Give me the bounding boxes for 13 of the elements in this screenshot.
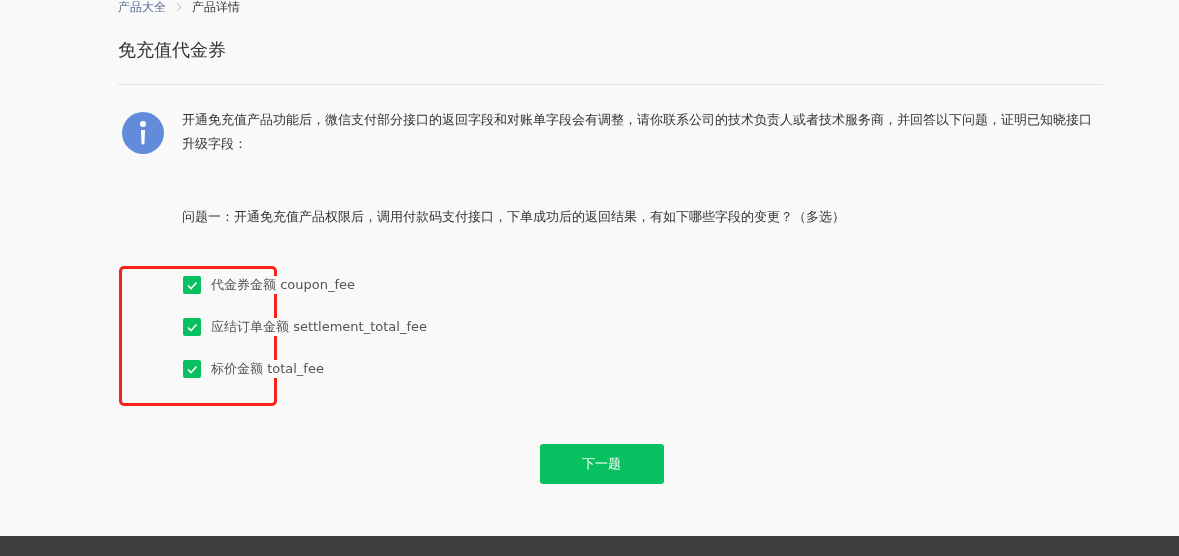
info-icon <box>122 112 164 154</box>
chevron-icon <box>176 2 182 12</box>
option-label[interactable]: 代金券金额 coupon_fee <box>211 276 355 294</box>
page-title: 免充值代金券 <box>118 38 227 62</box>
checkbox[interactable] <box>183 318 201 336</box>
option-label[interactable]: 标价金额 total_fee <box>211 360 324 378</box>
checkbox[interactable] <box>183 276 201 294</box>
option-label[interactable]: 应结订单金额 settlement_total_fee <box>211 318 427 336</box>
checkbox[interactable] <box>183 360 201 378</box>
breadcrumb-item[interactable]: 产品大全 <box>118 0 166 16</box>
question-text: 问题一：开通免充值产品权限后，调用付款码支付接口，下单成功后的返回结果，有如下哪些字段的变更？（多选） <box>182 208 846 226</box>
notice-text: 开通免充值产品功能后，微信支付部分接口的返回字段和对账单字段会有调整，请你联系公司的技术负责人或者技术服务商，并回答以下问题，证明已知晓接口升级字段： <box>182 111 1093 153</box>
breadcrumb-item: 产品详情 <box>192 0 240 16</box>
